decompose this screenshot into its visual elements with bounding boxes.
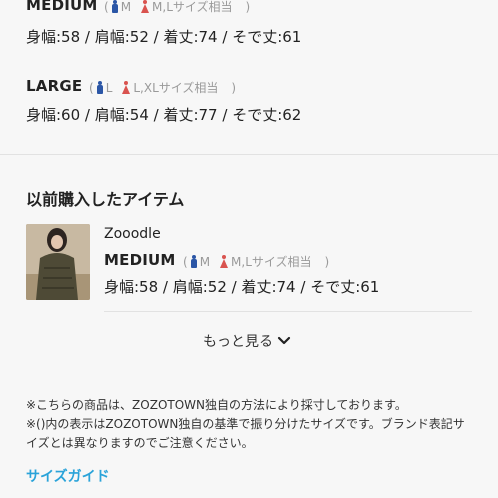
chevron-down-icon: [277, 336, 291, 345]
paren-close: ): [245, 0, 251, 14]
measurements-large: 身幅:60 / 肩幅:54 / 着丈:77 / そで丈:62: [26, 106, 302, 124]
female-size-label: L,XLサイズ相当: [133, 81, 219, 95]
male-icon: [96, 81, 103, 94]
size-guide-link[interactable]: サイズガイド: [26, 466, 110, 486]
paren-open: (: [104, 0, 109, 14]
male-icon: [111, 0, 118, 13]
purchased-item-measurements: 身幅:58 / 肩幅:52 / 着丈:74 / そで丈:61: [104, 278, 380, 296]
female-size-label: M,Lサイズ相当: [231, 255, 312, 269]
female-icon: [122, 81, 131, 94]
measurements-medium: 身幅:58 / 肩幅:52 / 着丈:74 / そで丈:61: [26, 28, 302, 46]
size-name-medium: MEDIUM: [26, 0, 98, 14]
note-size-equivalence: ※()内の表示はZOZOTOWN独自の基準で振り分けたサイズです。ブランド表記サ…: [26, 417, 465, 450]
paren-open: (: [183, 254, 188, 269]
purchased-item-size-equivalence: ( M M,Lサイズ相当 ): [180, 253, 332, 270]
paren-close: ): [231, 80, 237, 95]
size-equivalence-medium: ( M M,Lサイズ相当 ): [101, 0, 253, 15]
paren-open: (: [89, 80, 94, 95]
male-icon: [190, 255, 197, 268]
size-equivalence-large: ( L L,XLサイズ相当 ): [86, 79, 239, 96]
person-photo-icon: [26, 224, 90, 300]
purchased-item-size: MEDIUM: [104, 251, 176, 269]
female-icon: [141, 0, 150, 13]
paren-close: ): [324, 254, 330, 269]
show-more-label: もっと見る: [203, 334, 273, 350]
show-more-button[interactable]: もっと見る: [203, 331, 291, 351]
purchased-item-image[interactable]: [26, 224, 90, 300]
male-size-label: L: [105, 80, 113, 95]
male-size-label: M: [120, 0, 132, 14]
item-divider: [104, 311, 472, 312]
male-size-label: M: [199, 254, 211, 269]
purchased-item-brand[interactable]: Zooodle: [104, 226, 161, 242]
purchased-section-title: 以前購入したアイテム: [26, 190, 185, 209]
female-icon: [220, 255, 229, 268]
note-measurement: ※こちらの商品は、ZOZOTOWN独自の方法により採寸しております。: [26, 398, 407, 412]
female-size-label: M,Lサイズ相当: [152, 0, 233, 14]
size-name-large: LARGE: [26, 77, 83, 95]
section-divider: [0, 154, 498, 155]
